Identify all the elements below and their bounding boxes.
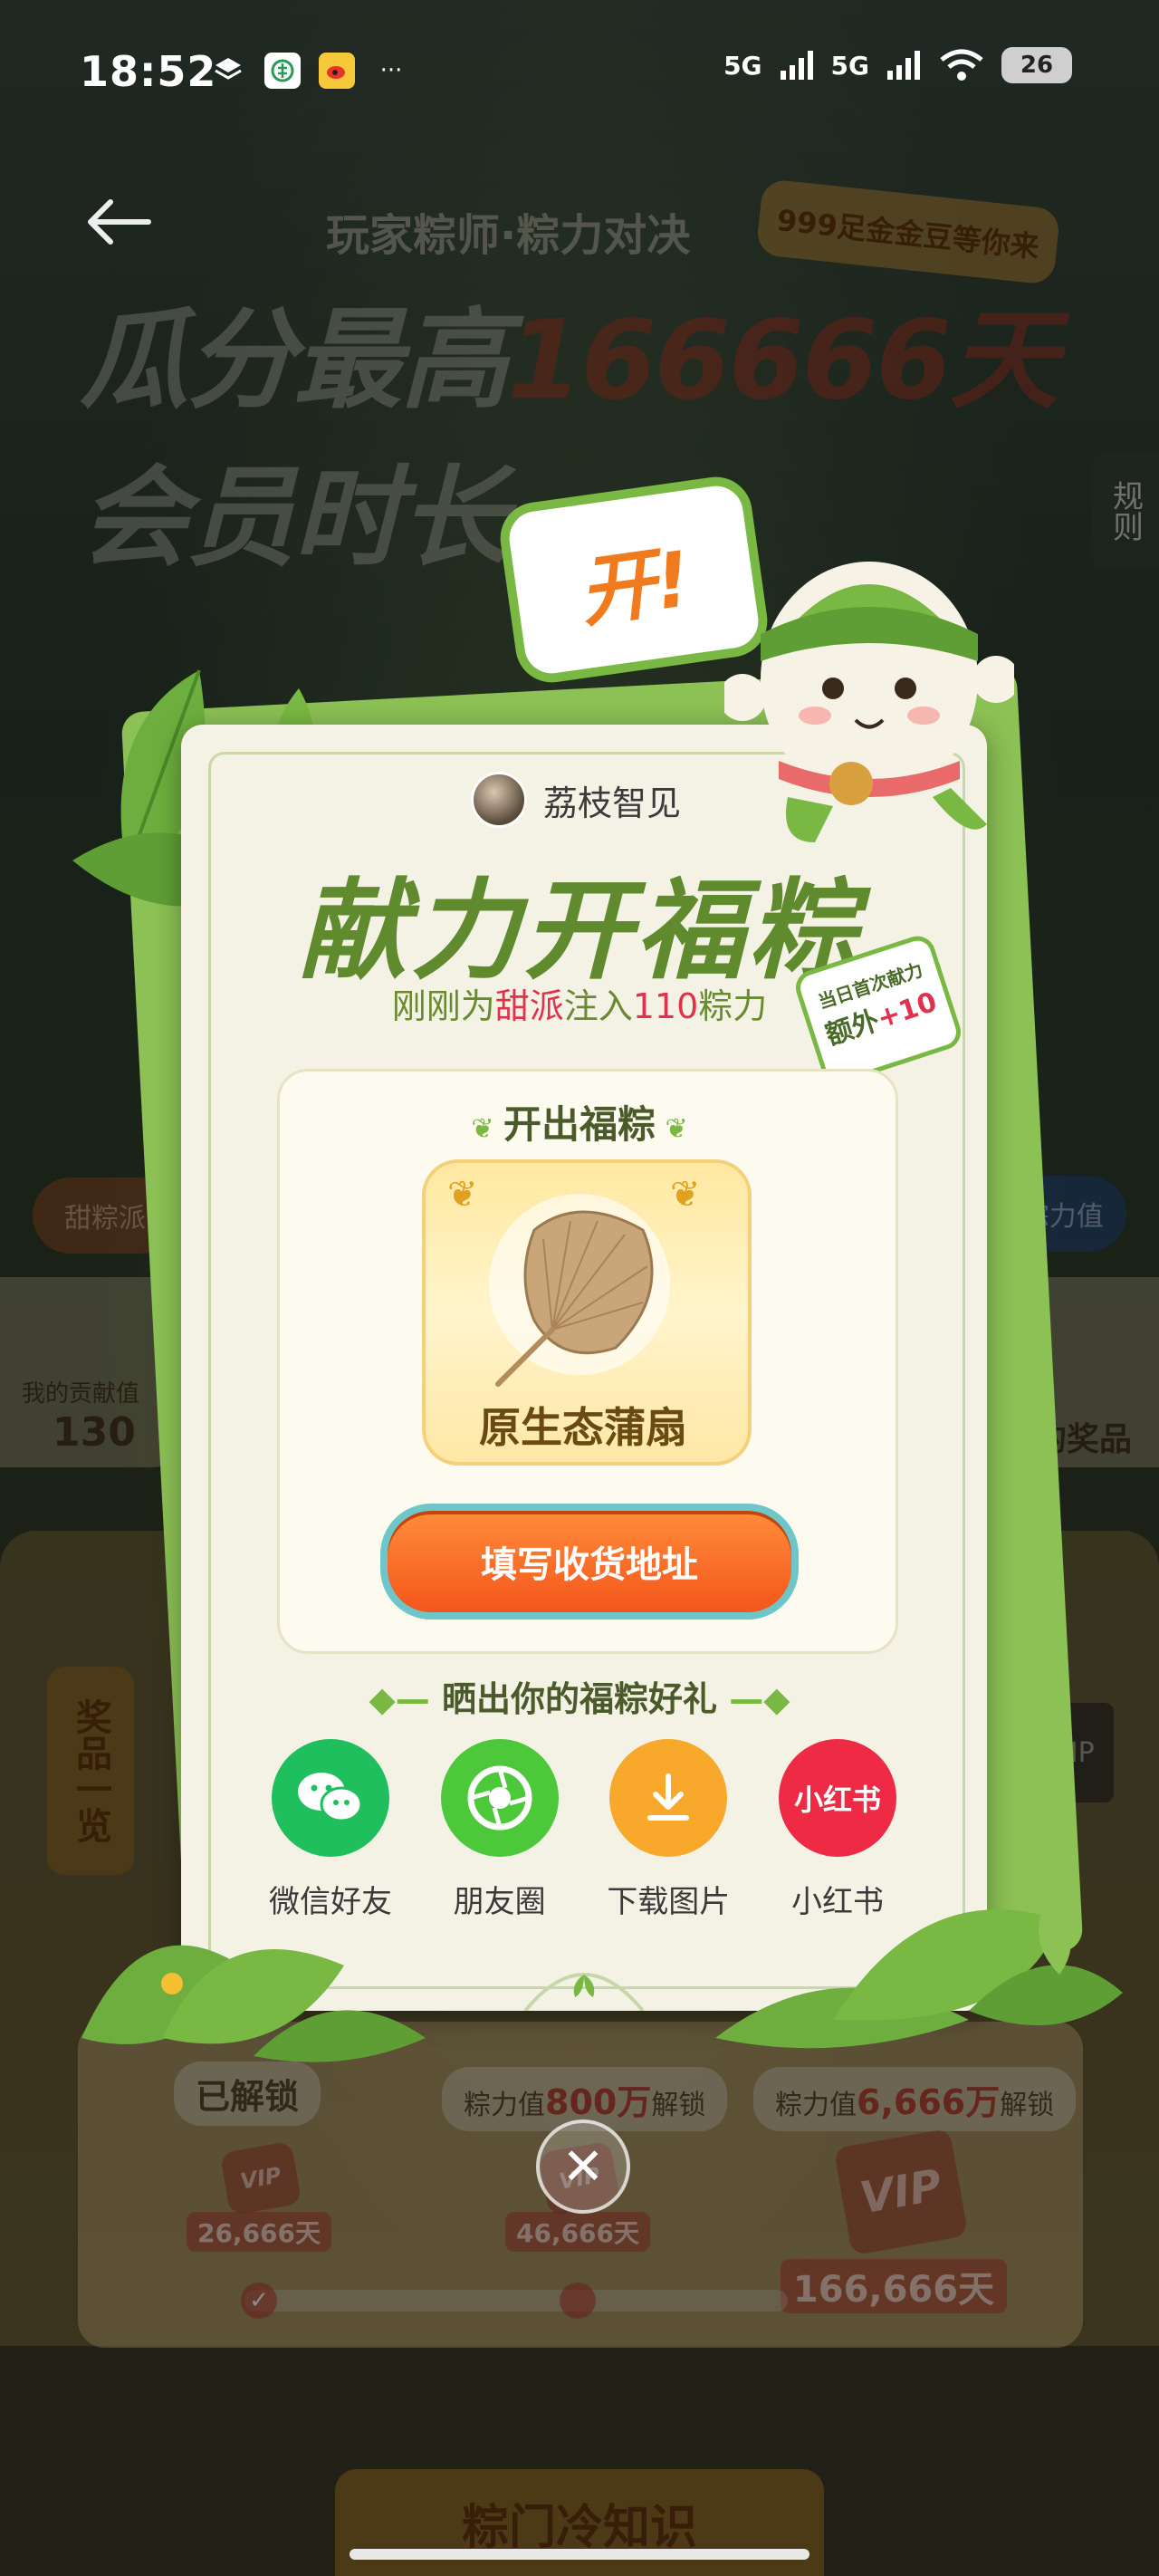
divider-right-icon: —◆ [717,1679,790,1719]
share-title-text: 晒出你的福粽好礼 [441,1679,717,1719]
battery-indicator: 26 [1001,47,1072,83]
subtitle-suffix: 粽力 [698,986,768,1026]
palm-fan-icon [489,1194,670,1387]
signal-2-label: 5G [830,50,869,81]
close-button[interactable]: ✕ [536,2119,630,2214]
status-bar: 18:52 ··· 5G 5G 26 [0,0,1159,145]
bonus-value: +10 [873,985,941,1035]
avatar [471,772,527,828]
result-title-text: 开出福粽 [503,1102,656,1147]
divider-left-icon: ◆— [369,1679,442,1719]
bonus-label: 额外 [821,1004,884,1053]
bank-app-icon [264,53,301,89]
weibo-icon [319,53,355,89]
subtitle-team: 甜派 [494,986,564,1026]
subtitle-number: 110 [632,986,699,1026]
share-moments[interactable]: 朋友圈 [432,1739,568,1921]
leaf-left-icon: ❦ [471,1113,503,1145]
layers-icon [210,53,246,89]
wifi-icon [940,49,983,81]
subtitle-prefix: 刚刚为 [391,986,495,1026]
zongzi-leaves-right-icon [715,1893,1123,2049]
fill-address-button[interactable]: 填写收货地址 [380,1504,799,1620]
result-title: ❦ 开出福粽 ❦ [0,1094,1159,1149]
status-right: 5G 5G 26 [723,47,1072,83]
zongzi-mascot-icon [724,562,1014,842]
open-text: 开! [573,533,696,638]
signal-bars-icon [780,51,813,80]
zongzi-leaves-left-icon [81,1945,426,2062]
share-label: 朋友圈 [453,1884,546,1920]
corner-ornament-icon: ❦ [447,1174,478,1216]
more-icon: ··· [379,57,403,84]
subtitle-mid: 注入 [563,986,633,1026]
username: 荔枝智见 [543,783,682,823]
leaf-right-icon: ❦ [656,1113,688,1145]
moments-icon [440,1739,559,1857]
back-arrow-icon[interactable] [83,188,152,263]
signal-1-label: 5G [723,50,762,81]
status-app-icons: ··· [210,53,409,89]
modal-subtitle: 刚刚为甜派注入110粽力 [0,978,1159,1028]
bottom-ornament-icon [523,1973,645,2011]
prize-name: 原生态蒲扇 [479,1403,687,1452]
signal-bars-icon [887,51,920,80]
home-indicator[interactable] [350,2549,809,2560]
wechat-icon [272,1739,389,1857]
status-time: 18:52 [80,47,217,96]
user-row: 荔枝智见 [471,772,681,828]
modal-title: 献力开福粽 [299,869,860,995]
share-title: ◆— 晒出你的福粽好礼 —◆ [0,1671,1159,1721]
